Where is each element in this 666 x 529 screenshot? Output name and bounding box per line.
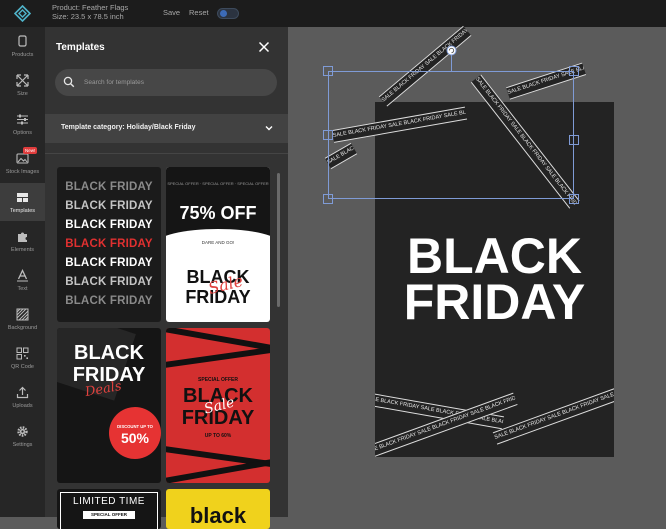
nav-label: Elements [11,247,34,253]
nav-item-size[interactable]: Size [0,66,45,104]
template-discount-label: DISCOUNT UP TO [117,424,153,429]
rotate-icon[interactable] [446,45,457,56]
nav-item-stock-images[interactable]: New! Stock Images [0,144,45,182]
template-line: BLACK FRIDAY [65,219,153,231]
theme-toggle[interactable] [217,8,239,19]
template-line: BLACK FRIDAY [65,238,153,250]
template-thumbnail[interactable]: SPECIAL OFFER BLACK FRIDAY Sale UP TO 60… [166,328,270,483]
nav-item-elements[interactable]: Elements [0,222,45,260]
templates-panel: Templates Template category: Holiday/Bla… [45,27,288,529]
scrollbar[interactable] [277,173,280,307]
template-headline: 75% OFF [179,203,257,223]
nav-item-settings[interactable]: Settings [0,417,45,455]
text-icon [17,269,28,282]
top-bar: Product: Feather Flags Size: 23.5 x 78.5… [0,0,666,27]
nav-label: QR Code [11,364,34,370]
template-thumbnail[interactable]: BLACK FRIDAY Deals DISCOUNT UP TO 50% [57,328,161,483]
panel-title: Templates [56,42,105,53]
template-line: BLACK FRIDAY [65,181,153,193]
template-line: BLACK FRIDAY [65,200,153,212]
toggle-knob [220,10,227,17]
nav-label: Uploads [12,403,33,409]
template-headline: black [189,503,247,528]
template-ticker: SPECIAL OFFER · SPECIAL OFFER · SPECIAL … [167,181,269,186]
product-icon [18,35,27,47]
left-nav: Products Size Options New! Stock Images … [0,27,45,517]
template-line: BLACK FRIDAY [65,276,153,288]
poster-title-line[interactable]: FRIDAY [375,276,614,328]
resize-handle-top-left[interactable] [323,66,333,76]
templates-icon [17,193,28,202]
search-input[interactable] [82,76,262,89]
nav-label: Background [7,325,38,331]
qr-icon [16,347,29,360]
template-thumbnail[interactable]: black [166,489,270,529]
template-subline: SPECIAL OFFER [83,511,135,519]
resize-handle-top-right[interactable] [569,66,579,76]
puzzle-icon [18,232,27,242]
product-info: Product: Feather Flags Size: 23.5 x 78.5… [52,3,128,21]
template-special: SPECIAL OFFER [198,377,238,383]
selection-box[interactable] [328,71,574,199]
nav-label: Templates [9,208,36,214]
background-icon [16,308,29,321]
category-dropdown[interactable]: Template category: Holiday/Black Friday [45,114,288,143]
nav-label: Options [13,130,32,136]
search-box[interactable] [55,69,277,96]
new-badge: New! [23,147,38,154]
search-icon [63,76,75,88]
template-discount-value: 50% [120,430,150,446]
nav-item-options[interactable]: Options [0,105,45,143]
nav-item-text[interactable]: Text [0,261,45,299]
rotation-line [451,55,452,71]
gear-icon [17,426,28,437]
nav-item-background[interactable]: Background [0,300,45,338]
nav-label: Text [17,286,28,292]
product-size: Size: 23.5 x 78.5 inch [52,12,124,21]
upload-icon [16,386,29,399]
template-line: BLACK FRIDAY [65,295,153,307]
nav-item-products[interactable]: Products [0,27,45,65]
template-thumbnail[interactable]: SPECIAL OFFER · SPECIAL OFFER · SPECIAL … [166,167,270,322]
nav-label: Size [17,91,28,97]
resize-icon [16,74,29,87]
resize-handle-right[interactable] [569,135,579,145]
close-icon[interactable] [257,40,271,54]
save-button[interactable]: Save [163,8,180,17]
nav-label: Stock Images [5,169,40,175]
template-thumbnail[interactable]: BLACK FRIDAY BLACK FRIDAY BLACK FRIDAY B… [57,167,161,322]
template-upto: UP TO 60% [204,433,232,439]
reset-button[interactable]: Reset [189,8,209,17]
template-line: BLACK FRIDAY [65,257,153,269]
template-subline: DARE AND GO! [201,240,235,245]
template-headline: LIMITED TIME [73,496,145,507]
design-canvas[interactable]: BLACK FRIDAY SALE BLACK FRIDAY SALE BLAC… [288,25,666,517]
category-label: Template category: Holiday/Black Friday [61,124,196,131]
logo-icon[interactable] [14,5,31,22]
poster-tape: SALE BLACK FRIDAY SALE BLACK FRIDAY SALE… [492,377,614,445]
resize-handle-bottom-left[interactable] [323,194,333,204]
sliders-icon [17,114,28,125]
nav-label: Products [11,52,34,58]
nav-label: Settings [12,442,33,448]
divider [45,153,288,154]
nav-item-uploads[interactable]: Uploads [0,378,45,416]
template-line: BLACK [74,342,144,364]
nav-item-templates[interactable]: Templates [0,183,45,221]
resize-handle-bottom-right[interactable] [569,194,579,204]
nav-item-qr-code[interactable]: QR Code [0,339,45,377]
chevron-down-icon [265,126,273,131]
resize-handle-left[interactable] [323,130,333,140]
template-thumbnail[interactable]: LIMITED TIME SPECIAL OFFER [57,489,161,529]
product-name: Product: Feather Flags [52,3,129,12]
